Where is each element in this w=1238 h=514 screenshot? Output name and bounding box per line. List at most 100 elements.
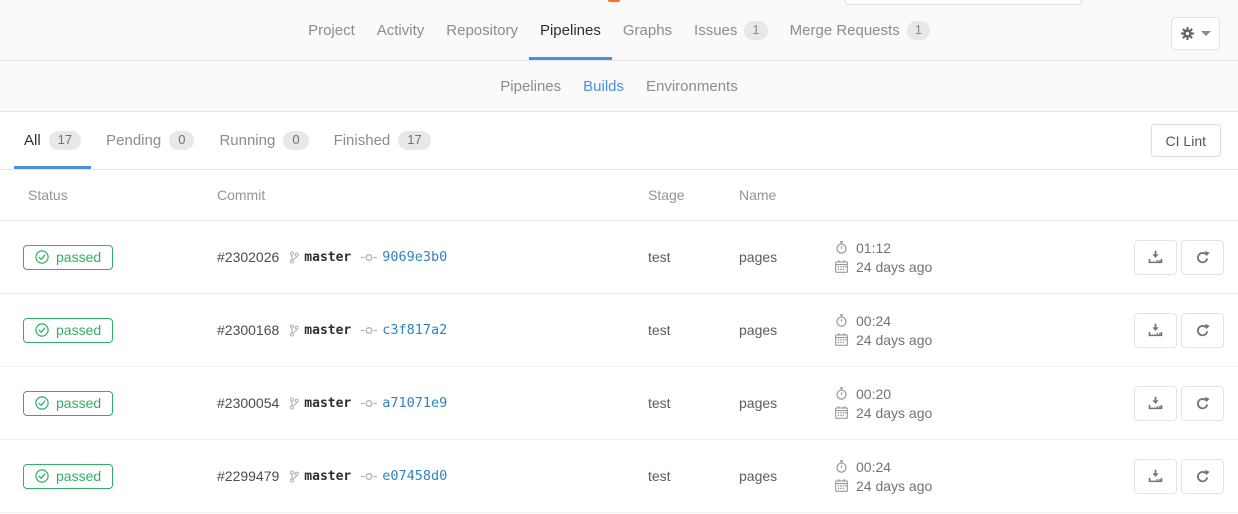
nav-item-activity[interactable]: Activity [366, 0, 436, 60]
branch-link[interactable]: master [304, 396, 351, 411]
actions-cell [1130, 240, 1224, 275]
tab-label: Finished [334, 132, 391, 149]
build-id-link[interactable]: #2302026 [217, 249, 279, 265]
retry-build-button[interactable] [1181, 240, 1224, 275]
branch-link[interactable]: master [304, 250, 351, 265]
branch-icon [289, 470, 299, 483]
calendar-icon [835, 406, 848, 419]
status-label: passed [56, 322, 101, 338]
sub-nav-builds[interactable]: Builds [572, 78, 635, 95]
download-artifacts-button[interactable] [1134, 313, 1177, 348]
branch-link[interactable]: master [304, 469, 351, 484]
nav-link-pipelines[interactable]: Pipelines [530, 0, 611, 60]
branch-ref: master [289, 323, 351, 338]
search-input-partial[interactable] [845, 0, 1082, 5]
commit-icon [361, 472, 377, 481]
commit-sha: a71071e9 [361, 395, 447, 411]
name-cell: pages [739, 395, 835, 411]
timing-cell: 00:24 24 days ago [835, 313, 1130, 348]
download-icon [1148, 469, 1163, 484]
nav-link-graphs[interactable]: Graphs [613, 0, 682, 60]
builds-table: Status Commit Stage Name passed #2302026… [0, 170, 1238, 513]
build-row: passed #2299479 master e07458d0 test pag… [0, 440, 1238, 513]
commit-hash-link[interactable]: e07458d0 [382, 468, 447, 484]
nav-item-repository[interactable]: Repository [435, 0, 529, 60]
tab-all[interactable]: All17 [14, 112, 91, 169]
build-scope-tabs: All17 Pending0 Running0 Finished17 [14, 112, 446, 169]
build-id-link[interactable]: #2300054 [217, 395, 279, 411]
tab-running[interactable]: Running 0 [209, 112, 318, 169]
calendar-icon [835, 333, 848, 346]
commit-hash-link[interactable]: a71071e9 [382, 395, 447, 411]
stopwatch-icon [835, 314, 848, 327]
builds-table-header: Status Commit Stage Name [0, 170, 1238, 221]
nav-item-graphs[interactable]: Graphs [612, 0, 683, 60]
actions-cell [1130, 459, 1224, 494]
build-id-link[interactable]: #2299479 [217, 468, 279, 484]
commit-sha: e07458d0 [361, 468, 447, 484]
header-commit: Commit [217, 187, 648, 203]
tab-count-badge: 17 [49, 131, 81, 150]
settings-dropdown-button[interactable] [1171, 17, 1220, 50]
branch-icon [289, 324, 299, 337]
build-id-link[interactable]: #2300168 [217, 322, 279, 338]
tab-count-badge: 0 [283, 131, 308, 150]
timing-cell: 01:12 24 days ago [835, 240, 1130, 275]
status-badge[interactable]: passed [23, 391, 113, 416]
commit-hash-link[interactable]: c3f817a2 [382, 322, 447, 338]
ci-lint-button[interactable]: CI Lint [1151, 124, 1221, 157]
branch-link[interactable]: master [304, 323, 351, 338]
check-circle-icon [35, 469, 49, 483]
stage-cell: test [648, 322, 739, 338]
nav-link-repository[interactable]: Repository [436, 0, 528, 60]
commit-cell: #2302026 master 9069e3b0 [217, 249, 648, 265]
commit-cell: #2299479 master e07458d0 [217, 468, 648, 484]
download-icon [1148, 250, 1163, 265]
duration-line: 00:24 [835, 313, 1130, 329]
header-stage: Stage [648, 187, 739, 203]
status-cell: passed [14, 391, 217, 416]
calendar-icon [835, 260, 848, 273]
nav-link-project[interactable]: Project [298, 0, 365, 60]
tab-pending[interactable]: Pending0 [96, 112, 204, 169]
status-cell: passed [14, 464, 217, 489]
nav-link-activity[interactable]: Activity [367, 0, 435, 60]
logo-edge [608, 0, 620, 2]
calendar-icon [835, 479, 848, 492]
retry-build-button[interactable] [1181, 313, 1224, 348]
name-cell: pages [739, 249, 835, 265]
download-artifacts-button[interactable] [1134, 459, 1177, 494]
check-circle-icon [35, 323, 49, 337]
commit-cell: #2300054 master a71071e9 [217, 395, 648, 411]
status-badge[interactable]: passed [23, 318, 113, 343]
status-badge[interactable]: passed [23, 245, 113, 270]
timing-cell: 00:20 24 days ago [835, 386, 1130, 421]
retry-build-button[interactable] [1181, 386, 1224, 421]
tab-label: Running [219, 132, 275, 149]
nav-item-project[interactable]: Project [297, 0, 366, 60]
download-artifacts-button[interactable] [1134, 240, 1177, 275]
nav-link-merge-requests[interactable]: Merge Requests1 [780, 0, 940, 60]
nav-item-merge-requests[interactable]: Merge Requests1 [779, 0, 941, 60]
sub-nav-environments[interactable]: Environments [635, 78, 749, 95]
tab-finished[interactable]: Finished17 [324, 112, 441, 169]
commit-hash-link[interactable]: 9069e3b0 [382, 249, 447, 265]
nav-item-pipelines[interactable]: Pipelines [529, 0, 612, 60]
retry-build-button[interactable] [1181, 459, 1224, 494]
status-badge[interactable]: passed [23, 464, 113, 489]
commit-sha: 9069e3b0 [361, 249, 447, 265]
nav-item-issues[interactable]: Issues1 [683, 0, 779, 60]
nav-label: Repository [446, 22, 518, 39]
finished-line: 24 days ago [835, 332, 1130, 348]
branch-ref: master [289, 250, 351, 265]
stage-cell: test [648, 249, 739, 265]
chevron-down-icon [1201, 31, 1211, 36]
branch-icon [289, 251, 299, 264]
finished-value: 24 days ago [856, 405, 932, 421]
tab-count-badge: 0 [169, 131, 194, 150]
sub-nav-pipelines[interactable]: Pipelines [489, 78, 572, 95]
nav-link-issues[interactable]: Issues1 [684, 0, 778, 60]
project-nav-list: Project Activity Repository Pipelines Gr… [297, 0, 941, 60]
nav-label: Project [308, 22, 355, 39]
download-artifacts-button[interactable] [1134, 386, 1177, 421]
